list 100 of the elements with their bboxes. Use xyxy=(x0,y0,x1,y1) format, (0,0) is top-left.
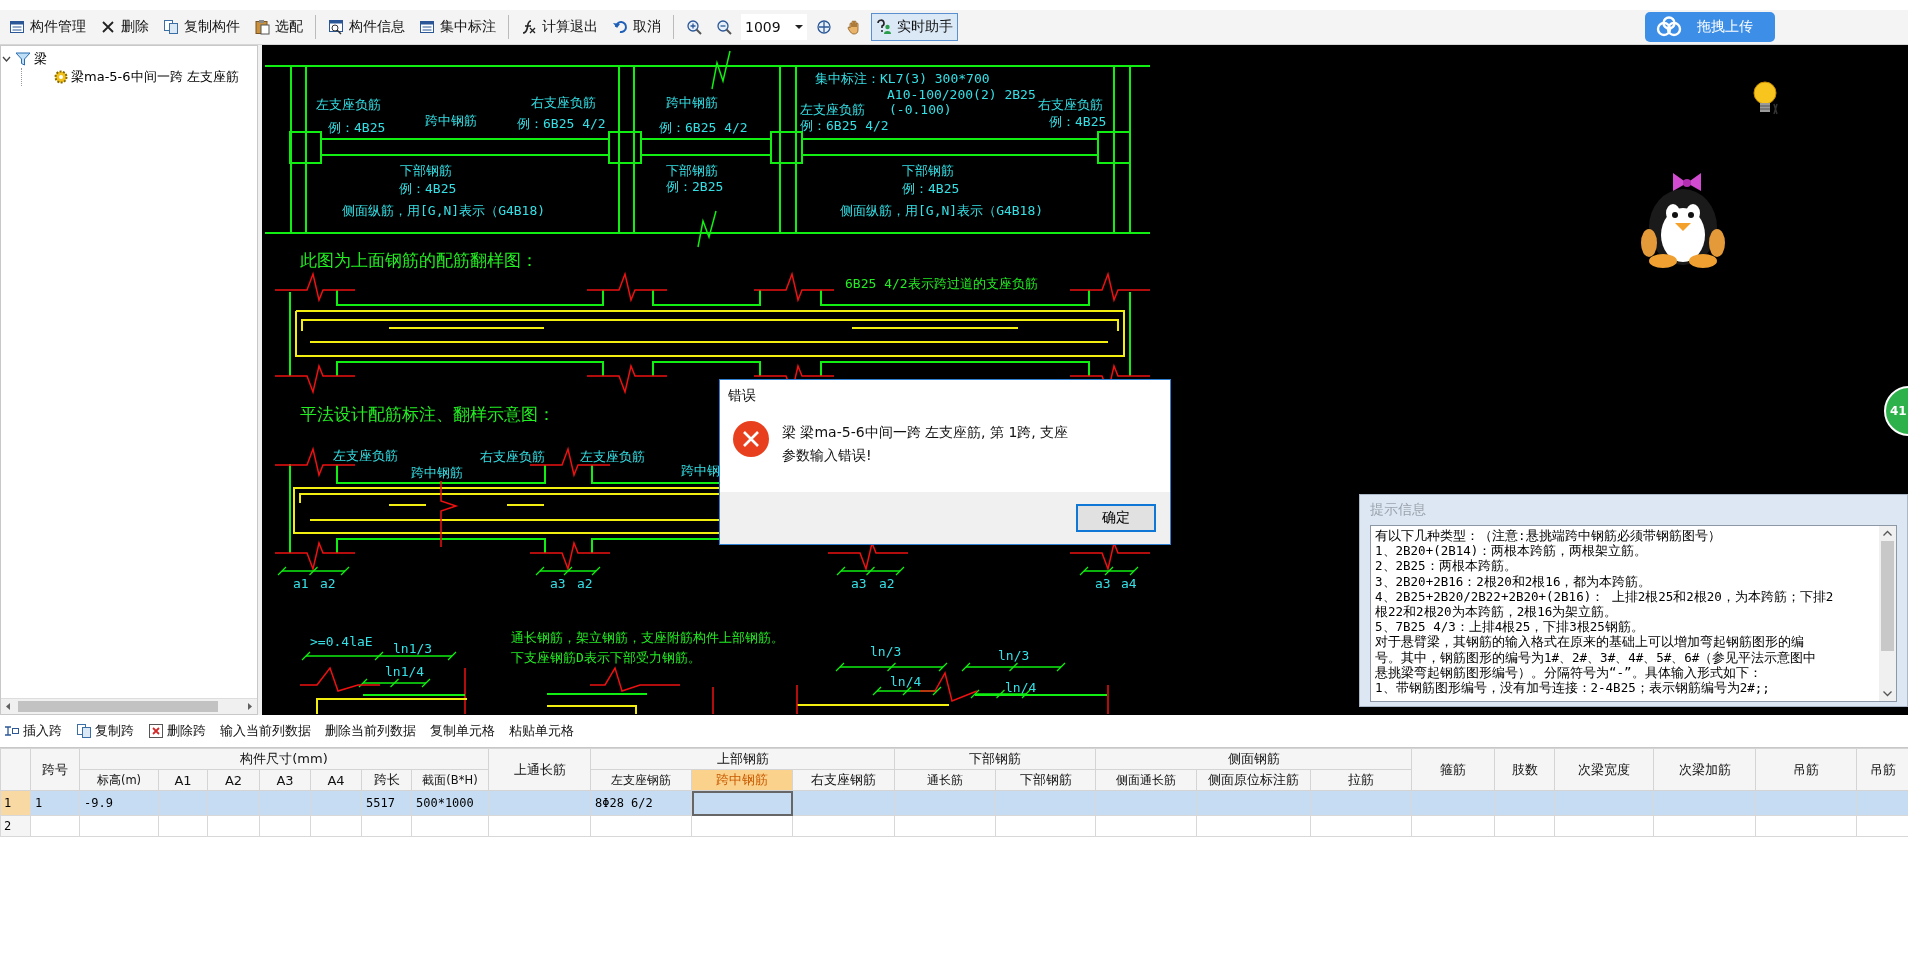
drawing-label: 下部钢筋 xyxy=(902,162,954,178)
toolbar-button[interactable]: 复制单元格 xyxy=(428,720,497,742)
drawing-label: 右支座负筋 xyxy=(531,94,596,110)
dialog-title: 错误 xyxy=(727,386,757,405)
column-header[interactable]: 次梁加筋 xyxy=(1653,748,1756,791)
drawing-label: 左支座负筋 xyxy=(333,447,398,463)
drawing-label: 例：6B25 4/2 xyxy=(659,119,748,135)
function-icon xyxy=(521,19,537,35)
gear-icon xyxy=(54,70,68,84)
zoom-out-icon xyxy=(716,19,732,35)
column-header[interactable]: 肢数 xyxy=(1494,748,1555,791)
tree-item[interactable]: 梁ma-5-6中间一跨 左支座筋 xyxy=(71,68,239,86)
drawing-label: 例：4B25 xyxy=(1049,113,1107,129)
row-number: 2 xyxy=(0,815,31,837)
column-group-header: 上部钢筋 xyxy=(590,748,895,770)
column-group-header: 构件尺寸(mm) xyxy=(79,748,489,770)
undo-icon xyxy=(612,19,628,35)
scrollbar-thumb[interactable] xyxy=(18,701,218,712)
cross-icon xyxy=(100,19,116,35)
row-number: 1 xyxy=(0,790,31,816)
drawing-label: 下支座钢筋D表示下部受力钢筋。 xyxy=(511,649,701,665)
drawing-label: 右支座负筋 xyxy=(480,448,545,464)
toolbar-button[interactable]: 集中标注 xyxy=(414,13,501,41)
hand-icon xyxy=(846,19,862,35)
column-header[interactable]: 吊筋 xyxy=(1755,748,1857,791)
drawing-label: a1 xyxy=(293,575,309,591)
scrollbar-thumb[interactable] xyxy=(1881,541,1894,651)
assistant-toggle[interactable]: 实时助手 xyxy=(871,13,958,41)
drawing-label: a3 xyxy=(1095,575,1111,591)
panel-title: 提示信息 xyxy=(1370,501,1427,519)
drawing-label: a2 xyxy=(879,575,895,591)
drawing-label: 左支座负筋 xyxy=(800,101,865,117)
column-header[interactable]: 次梁宽度 xyxy=(1554,748,1654,791)
copy-icon xyxy=(76,723,92,739)
drawing-label: 通长钢筋，架立钢筋，支座附筋构件上部钢筋。 xyxy=(511,629,784,645)
toolbar-button[interactable]: 删除 xyxy=(95,13,154,41)
table-row[interactable]: 1 1 -9.9 5517 500*1000 8Φ28 6/2 xyxy=(0,790,1908,816)
drawing-label: (-0.100) xyxy=(889,101,952,117)
toolbar-button[interactable]: 复制构件 xyxy=(158,13,245,41)
insert-row-icon xyxy=(4,723,20,739)
toolbar-button[interactable]: 选配 xyxy=(249,13,308,41)
drawing-label: 侧面纵筋，用[G,N]表示（G4B18) xyxy=(342,202,546,218)
list-icon xyxy=(419,19,435,35)
drawing-label: a3 xyxy=(550,575,566,591)
column-group-header: 侧面钢筋 xyxy=(1095,748,1412,770)
drawing-label: ln/3 xyxy=(870,643,902,659)
drawing-label: 跨中钢筋 xyxy=(411,464,463,480)
drawing-label: 例：2B25 xyxy=(666,178,724,194)
drawing-label: 6B25 4/2表示跨过道的支座负筋 xyxy=(845,275,1038,291)
toolbar-button[interactable]: 构件管理 xyxy=(4,13,91,41)
drawing-label: >=0.4laE xyxy=(310,633,373,649)
toolbar-button[interactable]: 取消 xyxy=(607,13,666,41)
drawing-label: 跨中钢筋 xyxy=(666,94,718,110)
toolbar-button[interactable]: 计算退出 xyxy=(516,13,603,41)
column-group-header: 下部钢筋 xyxy=(894,748,1096,770)
cloud-logo-icon xyxy=(1655,16,1683,38)
drawing-label: 集中标注：KL7(3) 300*700 xyxy=(815,70,990,86)
drawing-label: ln/4 xyxy=(1005,679,1037,695)
table-cell[interactable]: 8Φ28 6/2 xyxy=(590,790,692,816)
drawing-label: 例：6B25 4/2 xyxy=(800,117,889,133)
window-search-icon xyxy=(328,19,344,35)
toolbar-button[interactable]: 粘贴单元格 xyxy=(507,720,576,742)
copy-icon xyxy=(163,19,179,35)
tip-text: 有以下几种类型：（注意:悬挑端跨中钢筋必须带钢筋图号） 1、2B20+(2B14)：两根本跨筋，两根架立筋。 2、2B25：两根本跨筋。 3、2B20+2B16：2根20和2根16，都为本跨筋。 4、2B25+2B20/2B22+2B20+(2B16)： 上排2根25和2根20，为本跨筋；下排2 根22和2根20为本跨筋，2根16为架立筋。 5、7B25 4/3：上排4根25，下排3根25钢筋。 对于悬臂梁，其钢筋的输入格式在原来的基础上可以增加弯起钢筋图形的编 号。其中，钢筋图形的编号为1#、2#、3#、4#、5#、6#（参见平法示意图中 悬挑梁弯起钢筋图形编号）。分隔符号为“-”。具体输入形式如下： 1、带钢筋图形编号，没有加号连接：2-4B25；表示钢筋编号为2#;; xyxy=(1374,527,1835,698)
toolbar-button[interactable]: 复制跨 xyxy=(74,720,136,742)
table-row[interactable]: 2 xyxy=(0,815,1908,837)
ok-button[interactable]: 确定 xyxy=(1076,504,1156,532)
toolbar-button[interactable]: 删除跨 xyxy=(146,720,208,742)
drawing-label: 此图为上面钢筋的配筋翻样图： xyxy=(300,250,538,270)
drawing-label: 右支座负筋 xyxy=(1038,96,1103,112)
drawing-label: a4 xyxy=(1121,575,1137,591)
toolbar-button[interactable]: 输入当前列数据 xyxy=(218,720,313,742)
drawing-label: ln1/3 xyxy=(393,640,433,656)
drawing-label: ln/4 xyxy=(890,673,922,689)
drawing-label: 侧面纵筋，用[G,N]表示（G4B18) xyxy=(840,202,1044,218)
error-icon xyxy=(732,420,770,458)
zoom-fit-icon xyxy=(816,19,832,35)
current-cell[interactable] xyxy=(691,790,793,816)
drawing-label: 跨中钢 xyxy=(681,462,720,478)
tree-item[interactable]: 梁 xyxy=(34,50,47,68)
drawing-label: 平法设计配筋标注、翻样示意图： xyxy=(300,404,555,424)
drawing-label: 左支座负筋 xyxy=(316,96,381,112)
delete-icon xyxy=(148,723,164,739)
column-header[interactable]: 箍筋 xyxy=(1411,748,1495,791)
toolbar-button[interactable]: 构件信息 xyxy=(323,13,410,41)
lightbulb-icon[interactable] xyxy=(1750,80,1780,117)
zoom-in-icon xyxy=(686,19,702,35)
toolbar-button[interactable]: 插入跨 xyxy=(2,720,64,742)
drawing-label: a2 xyxy=(577,575,593,591)
drawing-label: ln1/4 xyxy=(385,663,425,679)
column-header[interactable]: 上通长筋 xyxy=(488,748,591,791)
zoom-combo[interactable]: 1009 xyxy=(741,14,807,40)
column-header[interactable]: 跨号 xyxy=(30,748,80,791)
drawing-label: 左支座负筋 xyxy=(580,448,645,464)
column-header[interactable]: 吊筋 xyxy=(1856,748,1908,791)
clipboard-icon xyxy=(254,19,270,35)
drawing-label: ln/3 xyxy=(998,647,1030,663)
toolbar-button[interactable]: 删除当前列数据 xyxy=(323,720,418,742)
drawing-label: a2 xyxy=(320,575,336,591)
drawing-label: 例：4B25 xyxy=(399,180,457,196)
